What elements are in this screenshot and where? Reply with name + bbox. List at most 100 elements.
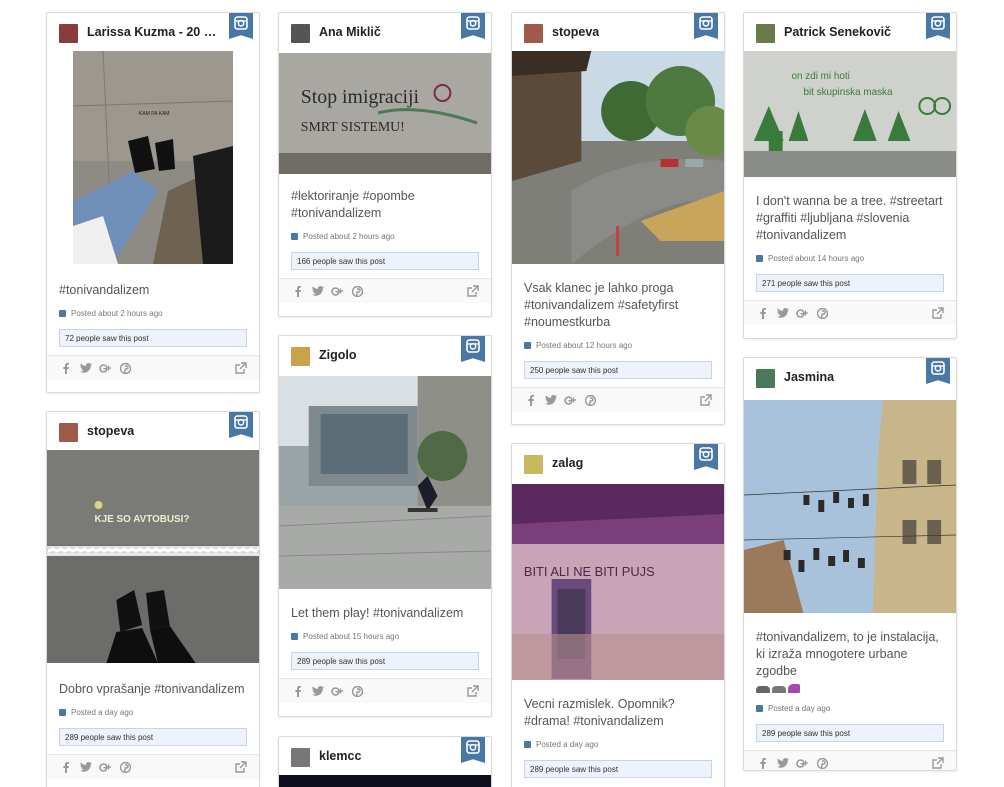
google-plus-icon[interactable] [99,362,112,375]
post-time-text: Posted about 15 hours ago [303,632,400,641]
post-time-text: Posted a day ago [536,740,599,749]
instagram-icon[interactable] [229,13,253,39]
username[interactable]: Zigolo [319,347,357,364]
views-count: 289 people saw this post [59,728,247,746]
facebook-icon[interactable] [756,307,769,320]
post-photo[interactable]: KJE SO AVTOBUSI? [47,450,259,663]
post-caption-text: #tonivandalizem, to je instalacija, ki i… [756,630,939,678]
post-photo[interactable] [279,376,491,589]
external-link-icon[interactable] [931,307,944,320]
google-plus-icon[interactable] [99,761,112,774]
external-link-icon[interactable] [466,285,479,298]
post-card[interactable]: Jasmina #tonivandalizem, to je instalaci… [743,357,957,771]
facebook-icon[interactable] [524,394,537,407]
photo-text: SMRT SISTEMU! [301,120,405,135]
external-link-icon[interactable] [234,362,247,375]
external-link-icon[interactable] [466,685,479,698]
post-card[interactable]: stopeva Vsak klanec je lahko proga #toni… [511,12,725,425]
post-card[interactable]: stopeva KJE SO AVTOBUSI? Dobro vprašanje… [46,411,260,787]
instagram-icon[interactable] [926,358,950,384]
instagram-icon[interactable] [229,412,253,438]
instagram-icon[interactable] [461,737,485,763]
twitter-icon[interactable] [311,285,324,298]
instagram-icon[interactable] [461,13,485,39]
pinterest-icon[interactable] [584,394,597,407]
pinterest-icon[interactable] [816,757,829,770]
photo-text: on zdi mi hoti [792,71,850,82]
google-plus-icon[interactable] [796,757,809,770]
facebook-icon[interactable] [291,285,304,298]
pinterest-icon[interactable] [119,761,132,774]
avatar[interactable] [291,347,310,366]
post-card[interactable]: Larissa Kuzma - 20 - SL... KAM PA KAM #t… [46,12,260,393]
post-time: Posted about 15 hours ago [279,622,491,641]
post-photo[interactable] [279,775,491,787]
post-photo[interactable]: Stop imigraciji SMRT SISTEMU! [279,53,491,174]
google-plus-icon[interactable] [331,685,344,698]
facebook-icon[interactable] [756,757,769,770]
post-time-text: Posted about 14 hours ago [768,254,865,263]
external-link-icon[interactable] [234,761,247,774]
external-link-icon[interactable] [931,757,944,770]
username[interactable]: Ana Miklič [319,24,381,41]
instagram-icon[interactable] [461,336,485,362]
google-plus-icon[interactable] [331,285,344,298]
avatar[interactable] [756,24,775,43]
username[interactable]: Larissa Kuzma - 20 - SL... [87,24,219,41]
twitter-icon[interactable] [79,362,92,375]
post-time-text: Posted about 12 hours ago [536,341,633,350]
twitter-icon[interactable] [776,757,789,770]
pinterest-icon[interactable] [816,307,829,320]
username[interactable]: Patrick Senekovič [784,24,891,41]
post-card[interactable]: Ana Miklič Stop imigraciji SMRT SISTEMU!… [278,12,492,317]
username[interactable]: Jasmina [784,369,834,386]
pinterest-icon[interactable] [351,685,364,698]
google-plus-icon[interactable] [796,307,809,320]
post-caption: Vecni razmislek. Opomnik? #drama! #toniv… [524,697,675,728]
post-time: Posted a day ago [512,730,724,749]
facebook-icon[interactable] [59,362,72,375]
twitter-icon[interactable] [79,761,92,774]
instagram-icon[interactable] [926,13,950,39]
facebook-icon[interactable] [59,761,72,774]
post-photo[interactable]: KAM PA KAM [47,51,259,264]
username[interactable]: zalag [552,455,583,472]
post-photo[interactable] [744,400,956,613]
twitter-icon[interactable] [544,394,557,407]
post-photo[interactable]: on zdi mi hoti bit skupinska maska [744,51,956,177]
post-header: stopeva [512,13,724,51]
username[interactable]: stopeva [87,423,134,440]
avatar[interactable] [756,369,775,388]
calendar-icon [524,741,531,748]
avatar[interactable] [524,24,543,43]
views-count: 271 people saw this post [756,274,944,292]
views-count: 289 people saw this post [524,760,712,778]
instagram-icon[interactable] [694,444,718,470]
twitter-icon[interactable] [311,685,324,698]
pinterest-icon[interactable] [351,285,364,298]
post-header: Jasmina [744,358,956,396]
username[interactable]: stopeva [552,24,599,41]
post-caption: Vsak klanec je lahko proga #tonivandaliz… [524,281,679,329]
google-plus-icon[interactable] [564,394,577,407]
avatar[interactable] [524,455,543,474]
twitter-icon[interactable] [776,307,789,320]
photo-text: KJE SO AVTOBUSI? [95,514,190,525]
username[interactable]: klemcc [319,748,361,765]
post-photo[interactable]: BITI ALI NE BITI PUJS [512,484,724,680]
external-link-icon[interactable] [699,394,712,407]
post-card[interactable]: klemcc [278,736,492,787]
post-card[interactable]: Patrick Senekovič on zdi mi hoti bit sku… [743,12,957,339]
avatar[interactable] [291,24,310,43]
avatar[interactable] [59,423,78,442]
post-time: Posted about 14 hours ago [744,244,956,263]
avatar[interactable] [291,748,310,767]
post-card[interactable]: Zigolo Let them play! #tonivandalizem Po… [278,335,492,717]
facebook-icon[interactable] [291,685,304,698]
post-photo[interactable] [512,51,724,264]
pinterest-icon[interactable] [119,362,132,375]
instagram-icon[interactable] [694,13,718,39]
post-header: Zigolo [279,336,491,374]
post-card[interactable]: zalag BITI ALI NE BITI PUJS Vecni razmis… [511,443,725,787]
avatar[interactable] [59,24,78,43]
